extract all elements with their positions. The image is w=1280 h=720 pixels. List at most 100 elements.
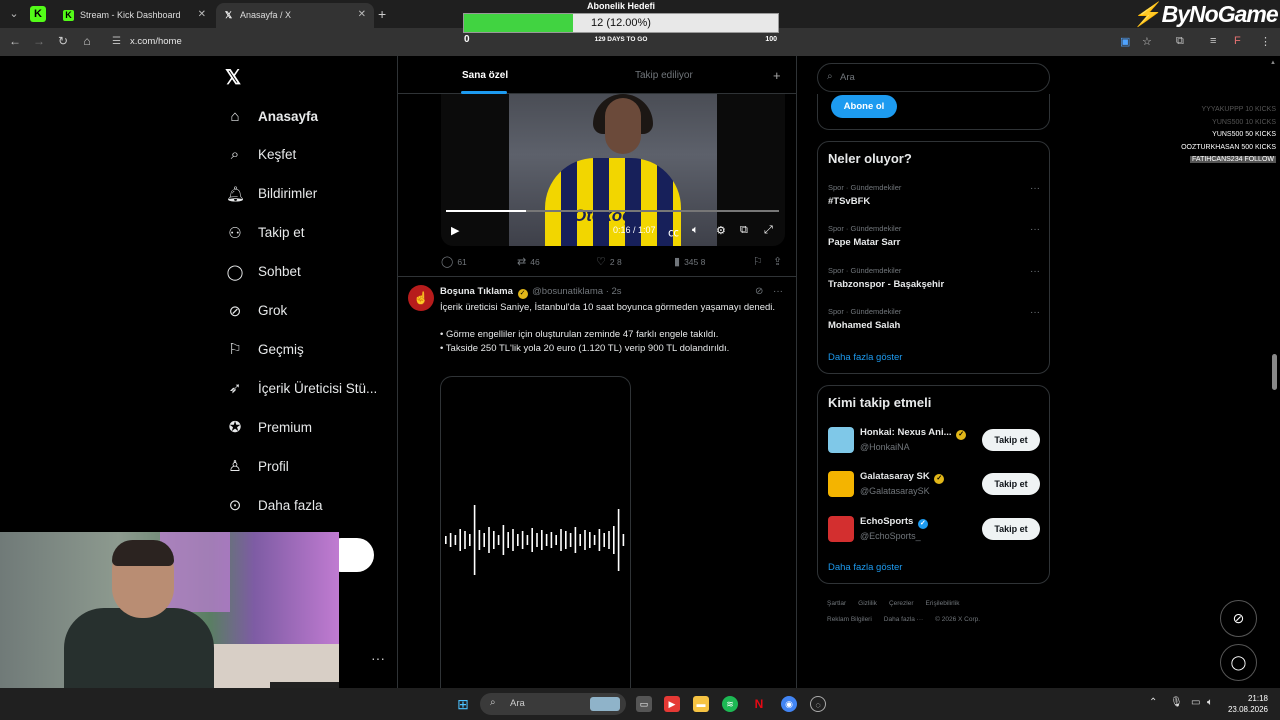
- sidebar-item[interactable]: ⚇ Takip et: [226, 218, 304, 248]
- sidebar-item[interactable]: ⌕ Keşfet: [226, 140, 296, 170]
- network-icon[interactable]: ▭: [1191, 697, 1200, 708]
- translate-icon[interactable]: ▣: [1120, 35, 1130, 48]
- reply-button[interactable]: ◯ 61: [441, 255, 467, 268]
- home-button-icon[interactable]: ⌂: [79, 34, 95, 48]
- volume-icon[interactable]: 🔈︎: [1207, 697, 1213, 708]
- spotify-icon[interactable]: ≋: [722, 696, 738, 712]
- sidebar-item[interactable]: ⚐ Geçmiş: [226, 334, 304, 364]
- sidebar-item[interactable]: ⊘ Grok: [226, 296, 288, 326]
- taskbar-clock[interactable]: 21:18 23.08.2026: [1226, 693, 1268, 715]
- footer-link[interactable]: Çerezler: [889, 600, 914, 607]
- back-arrow-icon[interactable]: ←: [7, 34, 23, 48]
- chrome-icon[interactable]: ◉: [781, 696, 797, 712]
- x-logo-icon[interactable]: 𝕏: [225, 65, 241, 90]
- tab-search-chevron-icon[interactable]: ⌄: [4, 4, 24, 24]
- avatar[interactable]: [828, 427, 854, 453]
- tweet-time[interactable]: 2s: [612, 286, 622, 297]
- tab-for-you[interactable]: Sana özel: [462, 70, 508, 81]
- bookmark-button[interactable]: ⚐: [753, 255, 767, 268]
- settings-gear-icon[interactable]: ⚙: [716, 224, 726, 237]
- sidebar-item[interactable]: ♙ Profil: [226, 451, 289, 481]
- grok-fab-icon[interactable]: ⊘: [1220, 600, 1257, 637]
- repost-button[interactable]: ⇄ 46: [517, 255, 540, 268]
- footer-link[interactable]: Erişilebilirlik: [926, 600, 960, 607]
- tray-chevron-icon[interactable]: ⌃: [1149, 697, 1157, 708]
- sidebar-item[interactable]: 🔔︎ Bildirimler: [226, 179, 317, 209]
- captions-icon[interactable]: ㏄: [668, 224, 679, 240]
- avatar[interactable]: [828, 471, 854, 498]
- extensions-icon[interactable]: ⧉: [1176, 35, 1184, 48]
- pinned-kick-tab[interactable]: K: [30, 6, 46, 22]
- site-info-icon[interactable]: ☰: [112, 36, 121, 47]
- trends-show-more[interactable]: Daha fazla göster: [828, 352, 902, 363]
- tab-x-home[interactable]: 𝕏 Anasayfa / X ✕: [216, 3, 374, 28]
- new-tab-plus-icon[interactable]: +: [378, 6, 386, 22]
- footer-link[interactable]: Gizlilik: [858, 600, 877, 607]
- tweet-author-name[interactable]: Boşuna Tıklama: [440, 286, 513, 297]
- account-more-icon[interactable]: ···: [371, 650, 385, 666]
- who-to-follow-item[interactable]: EchoSports ✓ @EchoSports_ Takip et: [828, 514, 1040, 544]
- views-button[interactable]: ▮ 345 8: [674, 255, 705, 268]
- messages-fab-icon[interactable]: ◯: [1220, 644, 1257, 681]
- taskbar-search[interactable]: ⌕ Ara: [480, 693, 626, 715]
- media-control-icon[interactable]: ≡: [1210, 35, 1216, 47]
- browser-menu-icon[interactable]: ⋮: [1260, 35, 1271, 48]
- trend-item[interactable]: Spor · Gündemdekiler Pape Matar Sarr ···: [828, 224, 1040, 248]
- sidebar-item[interactable]: ➶ İçerik Üreticisi Stü...: [226, 373, 378, 403]
- like-button[interactable]: ♡ 2 8: [596, 255, 622, 268]
- more-options-icon[interactable]: ···: [1030, 224, 1040, 235]
- sidebar-item[interactable]: ⌂ Anasayfa: [226, 101, 318, 131]
- trend-item[interactable]: Spor · Gündemdekiler #TSvBFK ···: [828, 183, 1040, 207]
- follow-button[interactable]: Takip et: [982, 473, 1040, 496]
- sidebar-item[interactable]: ⊙ Daha fazla: [226, 490, 323, 520]
- footer-link[interactable]: Şartlar: [827, 600, 846, 607]
- who-show-more[interactable]: Daha fazla göster: [828, 562, 902, 573]
- follow-button[interactable]: Takip et: [982, 517, 1040, 540]
- account-name[interactable]: Galatasaray SK ✓: [860, 471, 946, 485]
- footer-link[interactable]: Reklam Bilgileri: [827, 616, 872, 623]
- video-player[interactable]: Otokoç ▶ 0:16 / 1:07 ㏄ 🔈︎ ⚙ ⧉ ⤢: [441, 94, 785, 246]
- scroll-up-arrow-icon[interactable]: ▲: [1270, 60, 1276, 66]
- who-to-follow-item[interactable]: Honkai: Nexus Ani... ✓ @HonkaiNA Takip et: [828, 425, 1040, 455]
- subscribe-button[interactable]: Abone ol: [831, 95, 897, 118]
- profile-avatar-icon[interactable]: F: [1234, 35, 1241, 47]
- video-progress-bar[interactable]: [446, 210, 779, 212]
- tab-following[interactable]: Takip ediliyor: [635, 70, 693, 81]
- more-options-icon[interactable]: ···: [1030, 183, 1040, 194]
- trend-item[interactable]: Spor · Gündemdekiler Mohamed Salah ···: [828, 307, 1040, 331]
- reload-icon[interactable]: ↻: [55, 34, 71, 48]
- add-feed-plus-icon[interactable]: +: [773, 68, 781, 83]
- play-icon[interactable]: ▶: [451, 224, 459, 237]
- account-name[interactable]: Honkai: Nexus Ani... ✓: [860, 427, 968, 440]
- tweet-avatar[interactable]: ☝: [408, 285, 434, 311]
- bookmark-star-icon[interactable]: ☆: [1142, 35, 1152, 48]
- trend-item[interactable]: Spor · Gündemdekiler Trabzonspor - Başakş…: [828, 266, 1040, 290]
- youtube-icon[interactable]: ▶: [664, 696, 680, 712]
- share-button[interactable]: ⇪: [773, 255, 786, 268]
- sidebar-item[interactable]: ◯ Sohbet: [226, 257, 301, 287]
- follow-button[interactable]: Takip et: [982, 429, 1040, 451]
- footer-link[interactable]: © 2026 X Corp.: [935, 616, 980, 623]
- fullscreen-icon[interactable]: ⤢: [764, 224, 773, 237]
- footer-link[interactable]: Daha fazla ···: [884, 616, 923, 623]
- audio-media-card[interactable]: [440, 376, 631, 688]
- task-view-icon[interactable]: ▭: [636, 696, 652, 712]
- search-input[interactable]: ⌕ Ara: [817, 63, 1050, 92]
- avatar[interactable]: [828, 515, 854, 542]
- volume-icon[interactable]: 🔈︎: [692, 224, 699, 237]
- grok-icon[interactable]: ⊘: [755, 286, 763, 297]
- picture-in-picture-icon[interactable]: ⧉: [740, 224, 748, 237]
- page-scrollbar[interactable]: [1272, 354, 1277, 390]
- tweet-handle[interactable]: @bosunatiklama: [532, 286, 603, 297]
- microphone-icon[interactable]: 🎙︎: [1170, 697, 1183, 708]
- sidebar-item[interactable]: ✪ Premium: [226, 412, 312, 442]
- more-options-icon[interactable]: ···: [1030, 266, 1040, 277]
- who-to-follow-item[interactable]: Galatasaray SK ✓ @GalatasaraySK Takip et: [828, 469, 1040, 499]
- netflix-icon[interactable]: N: [751, 696, 767, 712]
- account-name[interactable]: EchoSports ✓: [860, 516, 930, 529]
- tab-kick-dashboard[interactable]: K Stream - Kick Dashboard ✕: [56, 3, 214, 28]
- forward-arrow-icon[interactable]: →: [31, 34, 47, 48]
- more-options-icon[interactable]: ···: [1030, 307, 1040, 318]
- windows-start-icon[interactable]: ⊞: [455, 696, 471, 712]
- close-icon[interactable]: ✕: [358, 9, 366, 20]
